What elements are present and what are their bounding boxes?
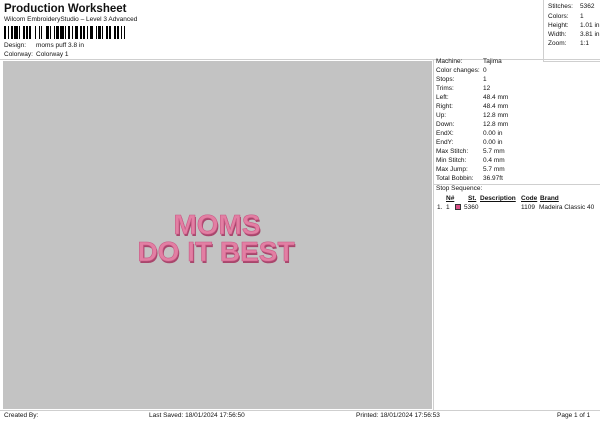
zoom-label: Zoom:	[548, 40, 567, 47]
machine-info-label: Left:	[436, 94, 449, 101]
footer-page: Page 1 of 1	[557, 412, 591, 419]
stitches-label: Stitches:	[548, 3, 573, 10]
machine-info-row: EndY: 0.00 in	[436, 139, 503, 146]
embroidery-preview: MOMS MOMS DO IT BEST DO IT BEST	[137, 209, 295, 269]
colorway-row: Colorway: Colorway 1	[4, 51, 69, 58]
height-label: Height:	[548, 22, 569, 29]
machine-info-value: 12	[483, 85, 491, 92]
machine-info-label: Color changes:	[436, 67, 480, 74]
machine-info-label: Right:	[436, 103, 453, 110]
machine-info-label: Machine:	[436, 58, 463, 65]
software-name: Wilcom EmbroideryStudio – Level 3 Advanc…	[4, 16, 138, 23]
design-label: Design:	[4, 42, 27, 49]
col-header-n: N#	[446, 195, 455, 202]
footer-last-saved: Last Saved: 18/01/2024 17:56:50	[149, 412, 245, 419]
machine-info-value: 48.4 mm	[483, 94, 509, 101]
summary-box: Stitches: 5362 Colors: 1 Height: 1.01 in…	[543, 0, 600, 62]
machine-info-value: 0.00 in	[483, 130, 503, 137]
stop-row-brand: Madeira Classic 40	[539, 204, 595, 211]
panel-divider	[433, 59, 434, 411]
stop-row-n: 1	[446, 204, 450, 211]
machine-info-label: EndY:	[436, 139, 454, 146]
machine-info-label: Max Stitch:	[436, 148, 469, 155]
header-divider	[0, 59, 600, 60]
machine-info-row: EndX: 0.00 in	[436, 130, 503, 137]
machine-info-value: 5.7 mm	[483, 148, 505, 155]
width-value: 3.81 in	[580, 31, 600, 38]
machine-info-label: Total Bobbin:	[436, 175, 474, 182]
stop-row-st: 5360	[464, 204, 479, 211]
colors-label: Colors:	[548, 13, 569, 20]
width-row: Width: 3.81 in	[548, 31, 600, 38]
col-header-description: Description	[480, 195, 516, 202]
machine-info-row: Up: 12.8 mm	[436, 112, 508, 119]
barcode-image	[4, 26, 130, 39]
machine-info-row: Left: 48.4 mm	[436, 94, 508, 101]
colorway-label: Colorway:	[4, 51, 33, 58]
zoom-value: 1:1	[580, 40, 590, 47]
stop-row-code: 1109	[521, 204, 535, 211]
machine-info-label: Min Stitch:	[436, 157, 467, 164]
worksheet-title: Production Worksheet	[4, 3, 127, 15]
machine-info-row: Trims: 12	[436, 85, 490, 92]
stop-row-index: 1.	[437, 204, 443, 211]
machine-info-value: 5.7 mm	[483, 166, 505, 173]
machine-info-row: Right: 48.4 mm	[436, 103, 508, 110]
design-text-line2: DO IT BEST	[137, 236, 294, 267]
machine-info-label: Max Jump:	[436, 166, 468, 173]
col-header-brand: Brand	[540, 195, 559, 202]
machine-info-label: Up:	[436, 112, 447, 119]
height-value: 1.01 in	[580, 22, 600, 29]
machine-info-value: 0	[483, 67, 487, 74]
col-header-st: St.	[468, 195, 477, 202]
machine-info-value: 0.4 mm	[483, 157, 505, 164]
stop-sequence-title: Stop Sequence:	[436, 185, 483, 192]
machine-info-row: Stops: 1	[436, 76, 487, 83]
machine-info-value: Tajima	[483, 58, 502, 65]
design-preview: MOMS MOMS DO IT BEST DO IT BEST	[3, 61, 432, 409]
zoom-row: Zoom: 1:1	[548, 40, 589, 47]
footer-printed: Printed: 18/01/2024 17:56:53	[356, 412, 440, 419]
stitches-value: 5362	[580, 3, 595, 10]
design-row: Design: moms puff 3.8 in	[4, 42, 84, 49]
machine-info-label: EndX:	[436, 130, 454, 137]
footer-divider	[0, 410, 600, 411]
machine-info-value: 12.8 mm	[483, 121, 509, 128]
colors-value: 1	[580, 13, 584, 20]
colorway-value: Colorway 1	[36, 51, 69, 58]
machine-info-label: Down:	[436, 121, 455, 128]
color-swatch	[455, 204, 461, 210]
machine-info-value: 36.97ft	[483, 175, 503, 182]
height-row: Height: 1.01 in	[548, 22, 600, 29]
footer-created-by: Created By:	[4, 412, 39, 419]
machine-info-value: 1	[483, 76, 487, 83]
stitches-row: Stitches: 5362	[548, 3, 594, 10]
machine-info-value: 48.4 mm	[483, 103, 509, 110]
machine-info-value: 0.00 in	[483, 139, 503, 146]
machine-info-label: Stops:	[436, 76, 455, 83]
col-header-code: Code	[521, 195, 538, 202]
machine-info-label: Trims:	[436, 85, 454, 92]
machine-info-value: 12.8 mm	[483, 112, 509, 119]
colors-row: Colors: 1	[548, 13, 584, 20]
machine-info-row: Down: 12.8 mm	[436, 121, 508, 128]
machine-info-row: Min Stitch: 0.4 mm	[436, 157, 505, 164]
machine-info-row: Color changes: 0	[436, 67, 487, 74]
design-value: moms puff 3.8 in	[36, 42, 84, 49]
machine-info-row: Machine: Tajima	[436, 58, 502, 65]
machine-info-row: Max Jump: 5.7 mm	[436, 166, 505, 173]
machine-info-row: Total Bobbin: 36.97ft	[436, 175, 503, 182]
width-label: Width:	[548, 31, 567, 38]
machine-info-row: Max Stitch: 5.7 mm	[436, 148, 505, 155]
